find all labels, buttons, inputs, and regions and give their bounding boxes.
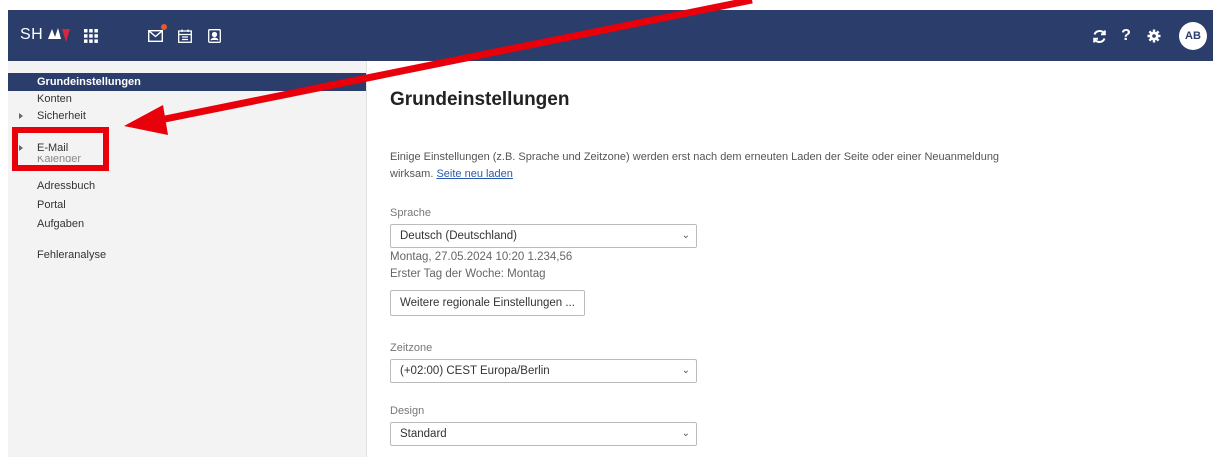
sidebar-item-email[interactable]: E-Mail: [8, 139, 366, 157]
sidebar-item-label: Sicherheit: [37, 110, 86, 122]
logo-text: SH: [20, 26, 44, 43]
logo-mark-icon: [46, 25, 72, 45]
refresh-icon[interactable]: [1090, 27, 1108, 45]
address-book-icon[interactable]: [205, 27, 223, 45]
sidebar-item-grundeinstellungen[interactable]: Grundeinstellungen: [8, 73, 366, 91]
reload-page-link[interactable]: Seite neu laden: [436, 168, 512, 180]
design-select[interactable]: Standard ⌄: [390, 422, 697, 446]
sidebar-item-sicherheit[interactable]: Sicherheit: [8, 107, 366, 125]
expand-caret-icon[interactable]: [19, 113, 23, 119]
design-value: Standard: [400, 428, 447, 440]
help-icon[interactable]: ?: [1117, 27, 1135, 45]
top-navigation-bar: SH ? AB: [8, 10, 1213, 61]
timezone-value: (+02:00) CEST Europa/Berlin: [400, 365, 550, 377]
user-avatar[interactable]: AB: [1179, 22, 1207, 50]
sidebar-item-label: E-Mail: [37, 142, 69, 154]
sidebar-item-label: Konten: [37, 93, 72, 105]
sidebar-item-fehleranalyse[interactable]: Fehleranalyse: [8, 246, 366, 264]
sidebar-item-adressbuch[interactable]: Adressbuch: [8, 177, 366, 195]
sidebar-item-portal[interactable]: Portal: [8, 196, 366, 214]
apps-grid-icon[interactable]: [82, 27, 100, 45]
unread-indicator: [161, 24, 167, 30]
sidebar-item-label: Aufgaben: [37, 218, 85, 230]
sidebar-item-label: Fehleranalyse: [37, 249, 107, 261]
design-label: Design: [390, 405, 425, 417]
language-select[interactable]: Deutsch (Deutschland) ⌄: [390, 224, 697, 248]
sidebar-item-label: Adressbuch: [37, 180, 96, 192]
language-label: Sprache: [390, 207, 431, 219]
expand-caret-icon[interactable]: [19, 145, 23, 151]
sidebar-item-label: Portal: [37, 199, 66, 211]
sidebar-item-label: Kalender: [37, 156, 82, 165]
page-title: Grundeinstellungen: [390, 89, 570, 110]
sidebar-item-kalender[interactable]: Kalender: [8, 156, 366, 166]
chevron-down-icon: ⌄: [681, 230, 690, 241]
regional-settings-button[interactable]: Weitere regionale Einstellungen ...: [390, 290, 585, 316]
regional-format-example: Montag, 27.05.2024 10:20 1.234,56: [390, 251, 573, 263]
mail-icon[interactable]: [146, 24, 167, 45]
chevron-down-icon: ⌄: [681, 365, 690, 376]
app-logo[interactable]: SH: [20, 25, 72, 45]
sidebar-item-konten[interactable]: Konten: [8, 90, 366, 108]
settings-sidebar: Grundeinstellungen Konten Sicherheit E-M…: [8, 61, 367, 457]
info-message: Einige Einstellungen (z.B. Sprache und Z…: [390, 149, 1040, 183]
sidebar-item-label: Grundeinstellungen: [37, 76, 141, 88]
first-day-of-week: Erster Tag der Woche: Montag: [390, 268, 546, 280]
calendar-icon[interactable]: [176, 27, 194, 45]
timezone-label: Zeitzone: [390, 342, 433, 354]
language-value: Deutsch (Deutschland): [400, 230, 517, 242]
sidebar-item-aufgaben[interactable]: Aufgaben: [8, 215, 366, 233]
timezone-select[interactable]: (+02:00) CEST Europa/Berlin ⌄: [390, 359, 697, 383]
settings-icon[interactable]: [1145, 27, 1163, 45]
chevron-down-icon: ⌄: [681, 428, 690, 439]
